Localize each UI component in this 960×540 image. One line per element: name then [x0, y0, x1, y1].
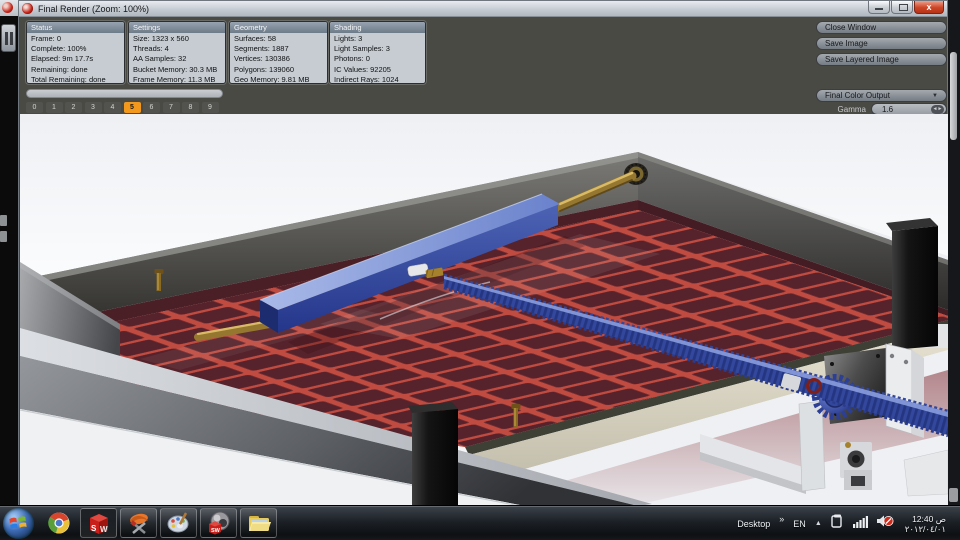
- panel-shading: Shading Lights: 3 Light Samples: 3 Photons:…: [329, 21, 426, 84]
- bucket-6: 6: [143, 102, 160, 113]
- stat-line: Surfaces: 58: [234, 34, 277, 43]
- output-mode-dropdown[interactable]: Final Color Output ▼: [816, 86, 947, 102]
- windows-flag-icon: [9, 516, 27, 530]
- stat-line: Polygons: 139060: [234, 64, 295, 74]
- image-editor-icon[interactable]: [120, 508, 157, 538]
- bucket-2: 2: [65, 102, 82, 113]
- panel-title: Geometry: [230, 22, 327, 33]
- final-render-window: Final Render (Zoom: 100%) x Status Frame:…: [18, 0, 948, 506]
- stat-line: Indirect Rays: 1024: [334, 74, 399, 84]
- gamma-value: 1.6: [882, 104, 894, 114]
- background-window-right-edge: [948, 0, 960, 540]
- desktop-screen: Final Render (Zoom: 100%) x Status Frame:…: [0, 0, 960, 540]
- paint-icon[interactable]: [160, 508, 197, 538]
- close-button[interactable]: x: [914, 1, 944, 14]
- show-desktop-button[interactable]: Desktop: [737, 519, 770, 529]
- svg-text:W: W: [100, 525, 108, 534]
- pause-button[interactable]: [1, 24, 16, 52]
- explorer-icon[interactable]: [240, 508, 277, 538]
- maximize-button[interactable]: [891, 1, 913, 14]
- clock[interactable]: 12:40 ص ٢٠١٢/٠٤/٠١: [905, 514, 946, 534]
- bucket-3: 3: [84, 102, 102, 113]
- panel-title: Status: [27, 22, 124, 33]
- chrome-icon[interactable]: [40, 508, 77, 538]
- solidworks-icon[interactable]: S W: [80, 508, 117, 538]
- corner-post: [886, 218, 938, 350]
- render-scene: [20, 114, 948, 506]
- minimize-button[interactable]: [868, 1, 890, 14]
- photoview-icon[interactable]: SW: [200, 508, 237, 538]
- bucket-8: 8: [182, 102, 199, 113]
- edge-mark: [0, 231, 7, 242]
- panel-settings: Settings Size: 1323 x 560 Threads: 4 AA Sam…: [128, 21, 226, 84]
- scrollbar-thumb[interactable]: [949, 488, 958, 502]
- stat-line: Complete: 100%: [31, 44, 87, 54]
- bucket-0: 0: [26, 102, 43, 113]
- photoview-render-icon: [22, 3, 33, 14]
- render-toolzone: Status Frame: 0 Complete: 100% Elapsed: 9m …: [20, 18, 947, 115]
- hidden-icons-arrow[interactable]: ▲: [815, 520, 822, 527]
- render-viewport: [20, 114, 948, 506]
- gamma-label: Gamma: [837, 104, 866, 114]
- stat-line: Frame: 0: [31, 34, 62, 43]
- volume-muted-icon[interactable]: [876, 514, 894, 533]
- close-window-button[interactable]: Close Window: [816, 21, 947, 34]
- bucket-row: 0123456789: [26, 102, 219, 113]
- panel-title: Shading: [330, 22, 425, 33]
- save-layered-image-button[interactable]: Save Layered Image: [816, 53, 947, 66]
- clock-date: ٢٠١٢/٠٤/٠١: [904, 523, 946, 534]
- background-window-left-edge: [0, 0, 18, 540]
- background-titlebar-fragment: [0, 0, 18, 16]
- scrollbar[interactable]: [950, 52, 957, 140]
- panel-geometry: Geometry Surfaces: 58 Segments: 1887 Vertic…: [229, 21, 328, 84]
- action-center-icon[interactable]: [831, 514, 844, 533]
- panel-title: Settings: [129, 22, 225, 33]
- stat-line: Threads: 4: [133, 44, 169, 54]
- action-buttons: Close Window Save Image Save Layered Image: [816, 18, 947, 66]
- chevron-down-icon: ▼: [932, 92, 938, 99]
- svg-text:SW: SW: [211, 528, 221, 534]
- stat-line: Segments: 1887: [234, 44, 289, 54]
- stat-line: AA Samples: 32: [133, 54, 187, 64]
- edge-mark: [0, 215, 7, 226]
- bucket-4: 4: [104, 102, 121, 113]
- taskbar: S W SW Desktop » EN ▲ 12:40 ص ٢٠١٢/٠٤/٠١: [0, 505, 960, 540]
- clock-time: 12:40 ص: [912, 513, 946, 524]
- bucket-9: 9: [201, 102, 219, 113]
- stat-line: Light Samples: 3: [334, 44, 390, 54]
- bucket-7: 7: [162, 102, 180, 113]
- stat-line: Total Remaining: done: [31, 74, 106, 84]
- svg-text:S: S: [91, 524, 97, 533]
- panel-status: Status Frame: 0 Complete: 100% Elapsed: 9m …: [26, 21, 125, 84]
- taskbar-apps: S W SW: [40, 508, 277, 538]
- render-progress-bar: [26, 89, 223, 98]
- photoview-render-icon: [2, 2, 13, 13]
- stat-line: Elapsed: 9m 17.7s: [31, 54, 94, 64]
- corner-post: [408, 402, 458, 506]
- stat-line: Photons: 0: [334, 54, 370, 64]
- system-tray: Desktop » EN ▲ 12:40 ص ٢٠١٢/٠٤/٠١: [737, 506, 946, 540]
- stat-line: Lights: 3: [334, 34, 363, 43]
- stat-line: Remaining: done: [31, 64, 88, 74]
- titlebar[interactable]: Final Render (Zoom: 100%) x: [19, 1, 947, 17]
- gamma-spinner-icon[interactable]: ◄►: [931, 104, 944, 114]
- start-button[interactable]: [3, 508, 34, 539]
- save-image-button[interactable]: Save Image: [816, 37, 947, 50]
- stat-line: Geo Memory: 9.81 MB: [234, 74, 310, 84]
- stat-line: Size: 1323 x 560: [133, 34, 189, 43]
- stat-line: Frame Memory: 11.3 MB: [133, 74, 216, 84]
- output-mode-value: Final Color Output: [825, 91, 890, 100]
- stat-line: IC Values: 92205: [334, 64, 391, 74]
- language-indicator[interactable]: EN: [793, 519, 806, 529]
- overflow-chevron[interactable]: »: [779, 514, 784, 524]
- bucket-1: 1: [45, 102, 63, 113]
- bucket-5: 5: [123, 102, 141, 113]
- window-title: Final Render (Zoom: 100%): [38, 3, 150, 14]
- stat-line: Bucket Memory: 30.3 MB: [133, 64, 218, 74]
- stat-line: Vertices: 130386: [234, 54, 290, 64]
- network-icon[interactable]: [852, 515, 868, 533]
